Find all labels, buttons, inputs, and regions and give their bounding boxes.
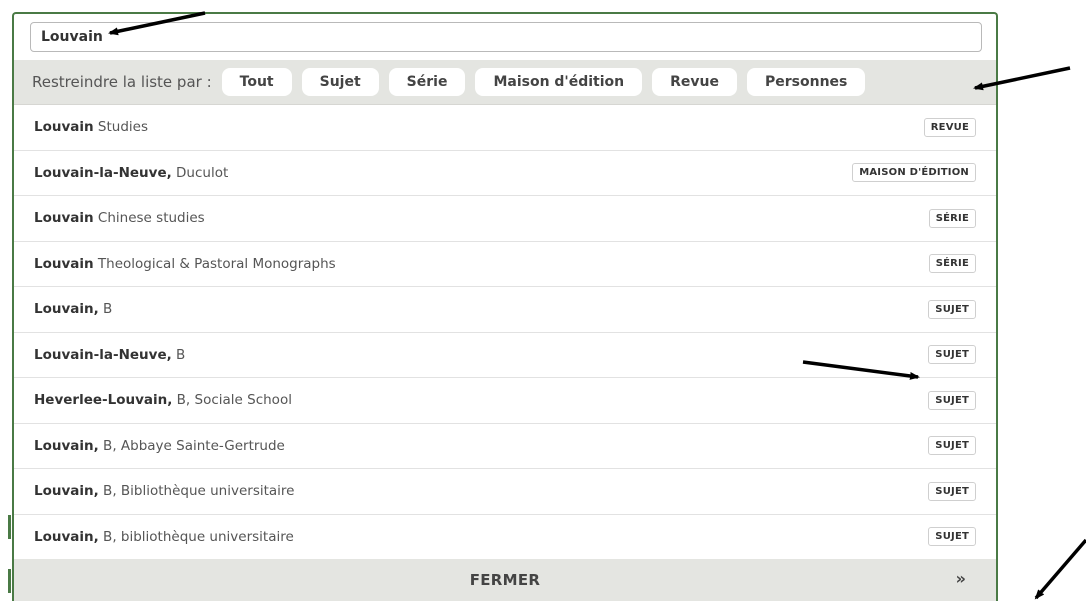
type-badge: SUJET <box>928 390 976 410</box>
result-row[interactable]: Louvain, B, Abbaye Sainte-Gertrude SUJET <box>14 424 996 469</box>
result-row[interactable]: Louvain-la-Neuve, Duculot MAISON D'ÉDITIO… <box>14 151 996 196</box>
result-text: Louvain Theological & Pastoral Monograph… <box>34 256 336 272</box>
result-detail: B, bibliothèque universitaire <box>98 528 294 545</box>
result-row[interactable]: Louvain-la-Neuve, B SUJET <box>14 333 996 378</box>
result-detail: Chinese studies <box>93 210 205 227</box>
next-arrow-icon[interactable]: » <box>956 569 966 588</box>
result-row[interactable]: Louvain, B SUJET <box>14 287 996 333</box>
left-edge-marker <box>8 515 11 539</box>
result-match: Louvain, <box>34 483 99 500</box>
result-match: Louvain, <box>34 528 99 545</box>
result-text: Louvain Chinese studies <box>34 210 205 226</box>
result-detail: B, Bibliothèque universitaire <box>98 483 295 500</box>
filter-chip-serie[interactable]: Série <box>388 68 466 96</box>
footer-bar: FERMER » <box>14 559 996 601</box>
filter-chip-personnes[interactable]: Personnes <box>746 68 866 96</box>
annotation-arrow <box>1034 538 1086 600</box>
result-detail: B, Abbaye Sainte-Gertrude <box>98 437 285 454</box>
type-badge: SUJET <box>928 481 976 501</box>
filter-chip-revue[interactable]: Revue <box>652 68 737 96</box>
result-detail: B, Sociale School <box>172 392 292 409</box>
result-text: Heverlee-Louvain, B, Sociale School <box>34 392 292 408</box>
result-text: Louvain-la-Neuve, Duculot <box>34 165 228 181</box>
type-badge: SÉRIE <box>928 254 976 274</box>
result-detail: Duculot <box>171 164 229 181</box>
result-row[interactable]: Heverlee-Louvain, B, Sociale School SUJET <box>14 378 996 424</box>
result-match: Louvain, <box>34 301 99 318</box>
result-match: Louvain <box>34 210 94 227</box>
result-match: Louvain-la-Neuve, <box>34 164 172 181</box>
result-text: Louvain, B <box>34 301 112 317</box>
result-detail: B <box>171 346 186 363</box>
type-badge: SUJET <box>928 527 976 547</box>
result-detail: Studies <box>93 119 149 136</box>
result-detail: B <box>98 301 113 318</box>
result-text: Louvain, B, Abbaye Sainte-Gertrude <box>34 438 285 454</box>
type-badge: REVUE <box>923 117 976 137</box>
filter-label: Restreindre la liste par : <box>32 73 212 91</box>
filter-chip-maison-edition[interactable]: Maison d'édition <box>475 68 643 96</box>
filter-chip-tout[interactable]: Tout <box>221 68 292 96</box>
autocomplete-panel: Restreindre la liste par : Tout Sujet Sé… <box>12 12 998 601</box>
result-row[interactable]: Louvain, B, bibliothèque universitaire SU… <box>14 515 996 560</box>
close-button[interactable]: FERMER <box>470 571 541 589</box>
type-badge: SÉRIE <box>928 208 976 228</box>
result-text: Louvain Studies <box>34 119 148 135</box>
type-badge: MAISON D'ÉDITION <box>852 163 976 183</box>
result-row[interactable]: Louvain Studies REVUE <box>14 105 996 151</box>
result-row[interactable]: Louvain, B, Bibliothèque universitaire SU… <box>14 469 996 515</box>
filter-chip-sujet[interactable]: Sujet <box>301 68 379 96</box>
left-edge-marker <box>8 569 11 593</box>
result-match: Louvain <box>34 255 94 272</box>
results-list: Louvain Studies REVUE Louvain-la-Neuve, D… <box>14 105 996 560</box>
result-text: Louvain, B, Bibliothèque universitaire <box>34 483 295 499</box>
result-match: Heverlee-Louvain, <box>34 392 173 409</box>
result-row[interactable]: Louvain Chinese studies SÉRIE <box>14 196 996 242</box>
result-text: Louvain, B, bibliothèque universitaire <box>34 529 294 545</box>
result-match: Louvain <box>34 119 94 136</box>
type-badge: SUJET <box>928 345 976 365</box>
result-match: Louvain, <box>34 437 99 454</box>
result-row[interactable]: Louvain Theological & Pastoral Monograph… <box>14 242 996 287</box>
result-match: Louvain-la-Neuve, <box>34 346 172 363</box>
result-detail: Theological & Pastoral Monographs <box>93 255 336 272</box>
type-badge: SUJET <box>928 299 976 319</box>
search-area <box>14 14 996 60</box>
type-badge: SUJET <box>928 436 976 456</box>
filter-bar: Restreindre la liste par : Tout Sujet Sé… <box>14 60 996 105</box>
search-input[interactable] <box>30 22 982 52</box>
result-text: Louvain-la-Neuve, B <box>34 347 185 363</box>
